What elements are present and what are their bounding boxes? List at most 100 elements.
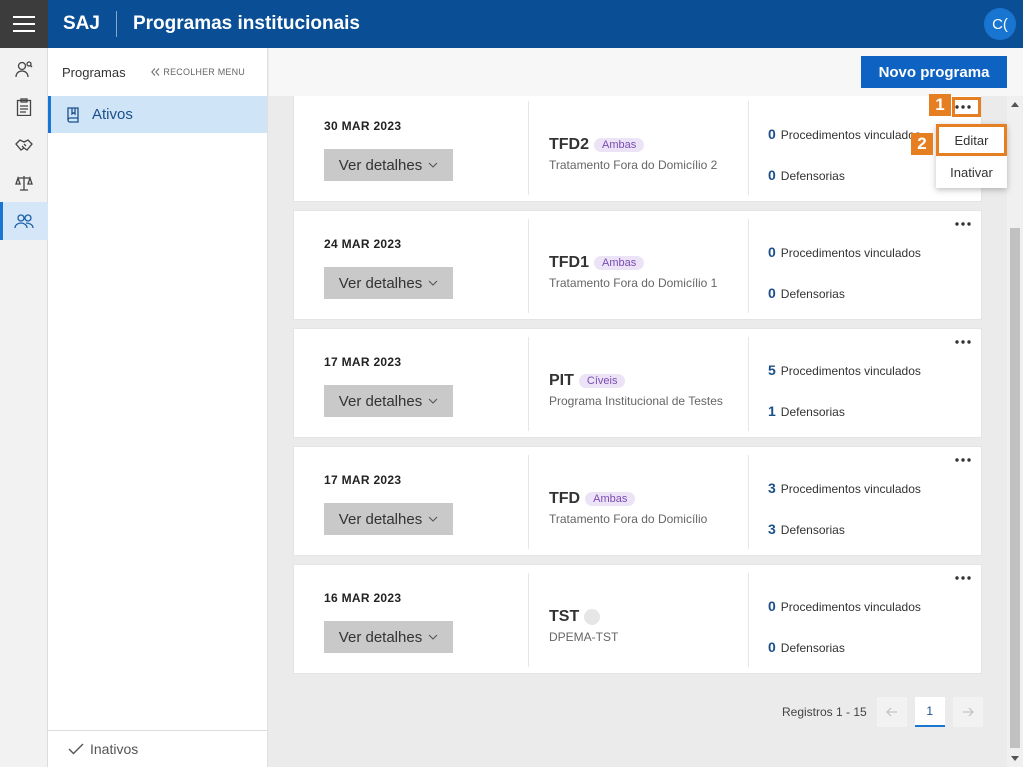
more-options-button[interactable]	[953, 571, 973, 585]
more-options-button[interactable]	[953, 453, 973, 467]
collapse-menu-label: RECOLHER MENU	[163, 67, 245, 77]
more-horizontal-icon	[955, 222, 971, 226]
collapse-menu-link[interactable]: RECOLHER MENU	[151, 67, 245, 77]
more-options-button[interactable]	[953, 335, 973, 349]
sidebar-item-inativos[interactable]: Inativos	[48, 730, 267, 767]
defensorias-label: Defensorias	[780, 287, 845, 301]
program-code: TFD1	[549, 254, 589, 271]
linked-procedures-count: 0	[768, 126, 776, 142]
defensorias-stat: 0 Defensorias	[768, 167, 845, 183]
more-options-button[interactable]	[953, 217, 973, 231]
double-chevron-left-icon	[151, 68, 160, 76]
column-divider	[528, 455, 529, 549]
scroll-down-arrow-icon[interactable]	[1011, 756, 1019, 761]
defensorias-stat: 1 Defensorias	[768, 403, 845, 419]
view-details-button[interactable]: Ver detalhes	[324, 621, 453, 653]
checkmark-icon	[68, 743, 84, 755]
defensorias-count: 0	[768, 285, 776, 301]
page-title: Programas institucionais	[132, 13, 360, 34]
program-code-row: TFD1 Ambas	[549, 254, 645, 272]
view-details-button[interactable]: Ver detalhes	[324, 149, 453, 181]
program-description: Programa Institucional de Testes	[549, 394, 723, 408]
prev-page-button[interactable]	[876, 697, 907, 727]
action-bar: Novo programa	[269, 48, 1023, 96]
scale-icon	[15, 175, 33, 191]
program-code-row: TST	[549, 608, 601, 626]
scroll-up-arrow-icon[interactable]	[1011, 102, 1019, 107]
defensorias-label: Defensorias	[780, 523, 845, 537]
defensorias-label: Defensorias	[780, 641, 845, 655]
rail-item-person-search[interactable]	[0, 50, 48, 88]
view-details-button[interactable]: Ver detalhes	[324, 385, 453, 417]
program-code: TFD	[549, 490, 581, 507]
defensorias-count: 3	[768, 521, 776, 537]
pagination: Registros 1 - 15 1	[782, 697, 983, 727]
hamburger-menu-button[interactable]	[0, 0, 48, 48]
brand-logo[interactable]: SAJ	[63, 11, 117, 37]
callout-step-2: 2	[911, 133, 933, 155]
arrow-left-icon	[885, 707, 897, 717]
deactivate-menu-item[interactable]: Inativar	[936, 156, 1007, 188]
scrollbar-thumb[interactable]	[1010, 228, 1020, 748]
column-divider	[528, 219, 529, 313]
defensorias-label: Defensorias	[780, 405, 845, 419]
linked-procedures-stat: 3 Procedimentos vinculados	[768, 480, 921, 496]
view-details-button[interactable]: Ver detalhes	[324, 267, 453, 299]
view-details-button[interactable]: Ver detalhes	[324, 503, 453, 535]
program-code-row: PIT Cíveis	[549, 372, 626, 390]
handshake-icon	[15, 139, 33, 151]
linked-procedures-label: Procedimentos vinculados	[780, 128, 921, 142]
person-search-icon	[15, 61, 33, 78]
defensorias-label: Defensorias	[780, 169, 845, 183]
column-divider	[748, 219, 749, 313]
user-avatar[interactable]: C(	[984, 8, 1016, 40]
arrow-right-icon	[962, 707, 974, 717]
records-count: Registros 1 - 15	[782, 705, 867, 719]
program-description: Tratamento Fora do Domicílio	[549, 512, 708, 526]
column-divider	[528, 337, 529, 431]
program-card: 17 MAR 2023 Ver detalhes PIT Cíveis Prog…	[293, 328, 982, 438]
next-page-button[interactable]	[952, 697, 983, 727]
program-code-row: TFD Ambas	[549, 490, 636, 508]
page-number-button[interactable]: 1	[914, 697, 945, 727]
rail-item-handshake[interactable]	[0, 126, 48, 164]
icon-rail	[0, 48, 48, 767]
program-type-badge: Cíveis	[578, 374, 626, 388]
program-description: DPEMA-TST	[549, 630, 619, 644]
program-type-badge: Ambas	[594, 138, 645, 152]
chevron-down-icon	[428, 634, 438, 640]
linked-procedures-stat: 0 Procedimentos vinculados	[768, 598, 921, 614]
column-divider	[748, 455, 749, 549]
callout-step-1: 1	[929, 94, 951, 116]
card-options-menu: Editar Inativar	[936, 124, 1007, 188]
program-type-badge: Ambas	[594, 256, 645, 270]
new-program-button[interactable]: Novo programa	[861, 56, 1007, 88]
program-description: Tratamento Fora do Domicílio 2	[549, 158, 718, 172]
program-date: 30 MAR 2023	[324, 119, 402, 133]
program-date: 24 MAR 2023	[324, 237, 402, 251]
rail-item-scale[interactable]	[0, 164, 48, 202]
linked-procedures-count: 5	[768, 362, 776, 378]
linked-procedures-label: Procedimentos vinculados	[780, 600, 921, 614]
rail-item-group[interactable]	[0, 202, 48, 240]
rail-item-clipboard[interactable]	[0, 88, 48, 126]
more-horizontal-icon	[955, 576, 971, 580]
defensorias-count: 0	[768, 167, 776, 183]
view-details-label: Ver detalhes	[338, 156, 423, 174]
linked-procedures-label: Procedimentos vinculados	[780, 246, 921, 260]
sidebar-item-ativos[interactable]: Ativos	[48, 96, 267, 133]
edit-menu-item[interactable]: Editar	[936, 124, 1007, 156]
scrollbar[interactable]	[1007, 96, 1023, 767]
chevron-down-icon	[428, 516, 438, 522]
column-divider	[528, 101, 529, 195]
program-code: TST	[549, 608, 580, 625]
sidebar-header: Programas RECOLHER MENU	[48, 48, 267, 96]
program-date: 17 MAR 2023	[324, 473, 402, 487]
programs-sidebar: Programas RECOLHER MENU Ativos Inativos	[48, 48, 268, 767]
linked-procedures-count: 0	[768, 244, 776, 260]
more-horizontal-icon	[955, 340, 971, 344]
linked-procedures-stat: 5 Procedimentos vinculados	[768, 362, 921, 378]
column-divider	[748, 573, 749, 667]
bookmark-book-icon	[67, 106, 79, 123]
chevron-down-icon	[428, 280, 438, 286]
